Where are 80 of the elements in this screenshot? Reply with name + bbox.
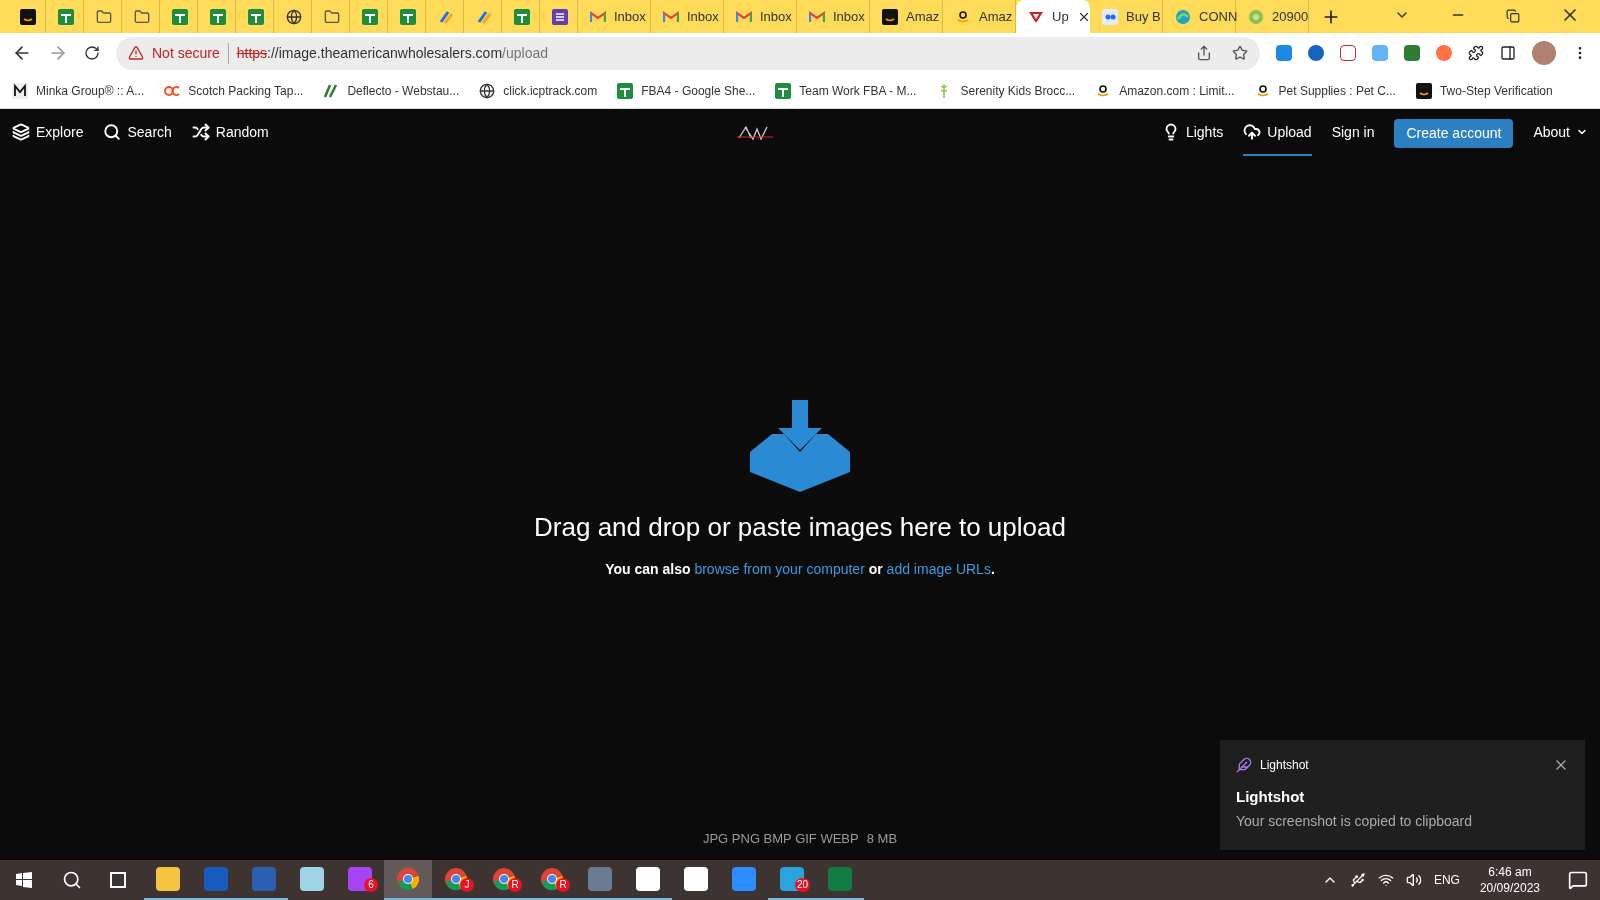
create-account-button[interactable]: Create account <box>1394 118 1514 148</box>
logo-icon <box>1102 8 1118 25</box>
download-tray-icon <box>750 400 850 492</box>
text-link[interactable]: browse from your computer <box>694 561 865 577</box>
taskbar-app[interactable]: R <box>480 860 528 900</box>
reload-icon[interactable] <box>84 45 100 61</box>
text-link[interactable]: add image URLs <box>886 561 991 577</box>
bookmark[interactable]: Team Work FBA - M... <box>775 81 917 100</box>
taskbar-app[interactable]: J <box>432 860 480 900</box>
mail-icon <box>809 8 825 25</box>
nav-link[interactable]: Explore <box>12 110 84 156</box>
feather-icon <box>1236 757 1252 773</box>
mail-icon <box>736 8 752 25</box>
bookmark[interactable]: FBA4 - Google She... <box>617 81 756 100</box>
extension-icon[interactable] <box>1404 45 1420 61</box>
mail-icon <box>663 8 679 25</box>
address-field[interactable]: Not secure https://image.theamericanwholesalers.com/upload <box>116 36 1260 70</box>
extension-icon[interactable] <box>1276 45 1292 61</box>
ball-icon <box>1248 8 1264 25</box>
puzzle-icon[interactable] <box>1468 45 1484 61</box>
security-label: Not secure <box>152 42 229 64</box>
browser-icon <box>396 867 420 891</box>
nav-link[interactable]: Random <box>191 110 269 156</box>
bookmark[interactable]: Minka Group® :: A... <box>12 81 145 100</box>
notifications-icon[interactable] <box>1568 870 1588 890</box>
nav-link[interactable]: Search <box>103 110 172 156</box>
nav-link[interactable]: About <box>1533 110 1588 156</box>
star-icon[interactable] <box>1232 45 1248 61</box>
badge: 6 <box>364 878 378 892</box>
url-text: https://image.theamericanwholesalers.com/upload <box>236 43 548 63</box>
search-icon[interactable] <box>62 870 82 890</box>
badge: J <box>460 878 474 892</box>
slashes-logo-icon <box>323 82 340 99</box>
shuffle-icon <box>191 123 210 141</box>
toast-title: Lightshot <box>1236 787 1306 807</box>
globe-icon <box>479 82 496 99</box>
bookmark[interactable]: Pet Supplies : Pet C... <box>1254 81 1396 100</box>
globe-icon <box>286 8 302 25</box>
badge: R <box>556 878 570 892</box>
extension-icon[interactable] <box>1340 45 1356 61</box>
size-limit-text: 8 MB <box>866 829 898 848</box>
layers-icon <box>12 123 30 141</box>
taskbar-app[interactable]: 20 <box>768 860 816 900</box>
search-icon <box>103 123 122 141</box>
wifi-icon[interactable] <box>1377 872 1394 888</box>
bookmark[interactable]: Scotch Packing Tap... <box>164 81 304 100</box>
mail-icon <box>590 8 606 25</box>
bookmark[interactable]: click.icptrack.com <box>479 81 598 100</box>
upload-headline: Drag and drop or paste images here to upload <box>534 511 1066 544</box>
toast-app-name: Lightshot <box>1260 757 1309 774</box>
taskbar-app[interactable]: R <box>528 860 576 900</box>
speaker-icon[interactable] <box>1405 872 1422 888</box>
bookmark[interactable]: Two-Step Verification <box>1415 81 1553 100</box>
extension-icon[interactable] <box>1308 45 1324 61</box>
formats-text: JPG PNG BMP GIF WEBP <box>702 829 859 848</box>
list-icon <box>552 8 568 25</box>
wave-icon <box>1175 8 1191 25</box>
serif-m-icon <box>12 82 28 99</box>
bookmark[interactable]: Deflecto - Webstau... <box>323 81 460 100</box>
language-indicator[interactable]: ENG <box>1433 871 1460 889</box>
taskbar-app[interactable]: 6 <box>336 860 384 900</box>
usb-icon[interactable] <box>1349 872 1366 888</box>
nav-link[interactable]: Lights <box>1161 110 1224 156</box>
browser-tab[interactable]: Up <box>1016 0 1090 33</box>
bookmark[interactable]: Amazon.com : Limit... <box>1095 81 1235 100</box>
upload-hint: You can also browse from your computer or add image URLs. <box>605 560 995 579</box>
warning-icon <box>128 45 144 61</box>
badge: R <box>508 878 522 892</box>
clock[interactable]: 6:46 am 20/09/2023 <box>1471 864 1548 896</box>
extension-icon[interactable] <box>1436 45 1452 61</box>
nav-link[interactable]: Upload <box>1243 110 1312 156</box>
share-icon[interactable] <box>1196 45 1212 61</box>
cloud-upload-icon <box>1243 123 1262 141</box>
bookmark[interactable]: Serenity Kids Brocc... <box>936 81 1076 100</box>
side-panel-icon[interactable] <box>1500 45 1516 61</box>
avatar-icon[interactable] <box>1532 41 1556 65</box>
restore-icon[interactable] <box>1506 9 1520 23</box>
toast-message: Your screenshot is copied to clipboard <box>1236 811 1474 831</box>
task-view-icon[interactable] <box>110 872 126 888</box>
nav-link[interactable]: Sign in <box>1331 110 1375 156</box>
